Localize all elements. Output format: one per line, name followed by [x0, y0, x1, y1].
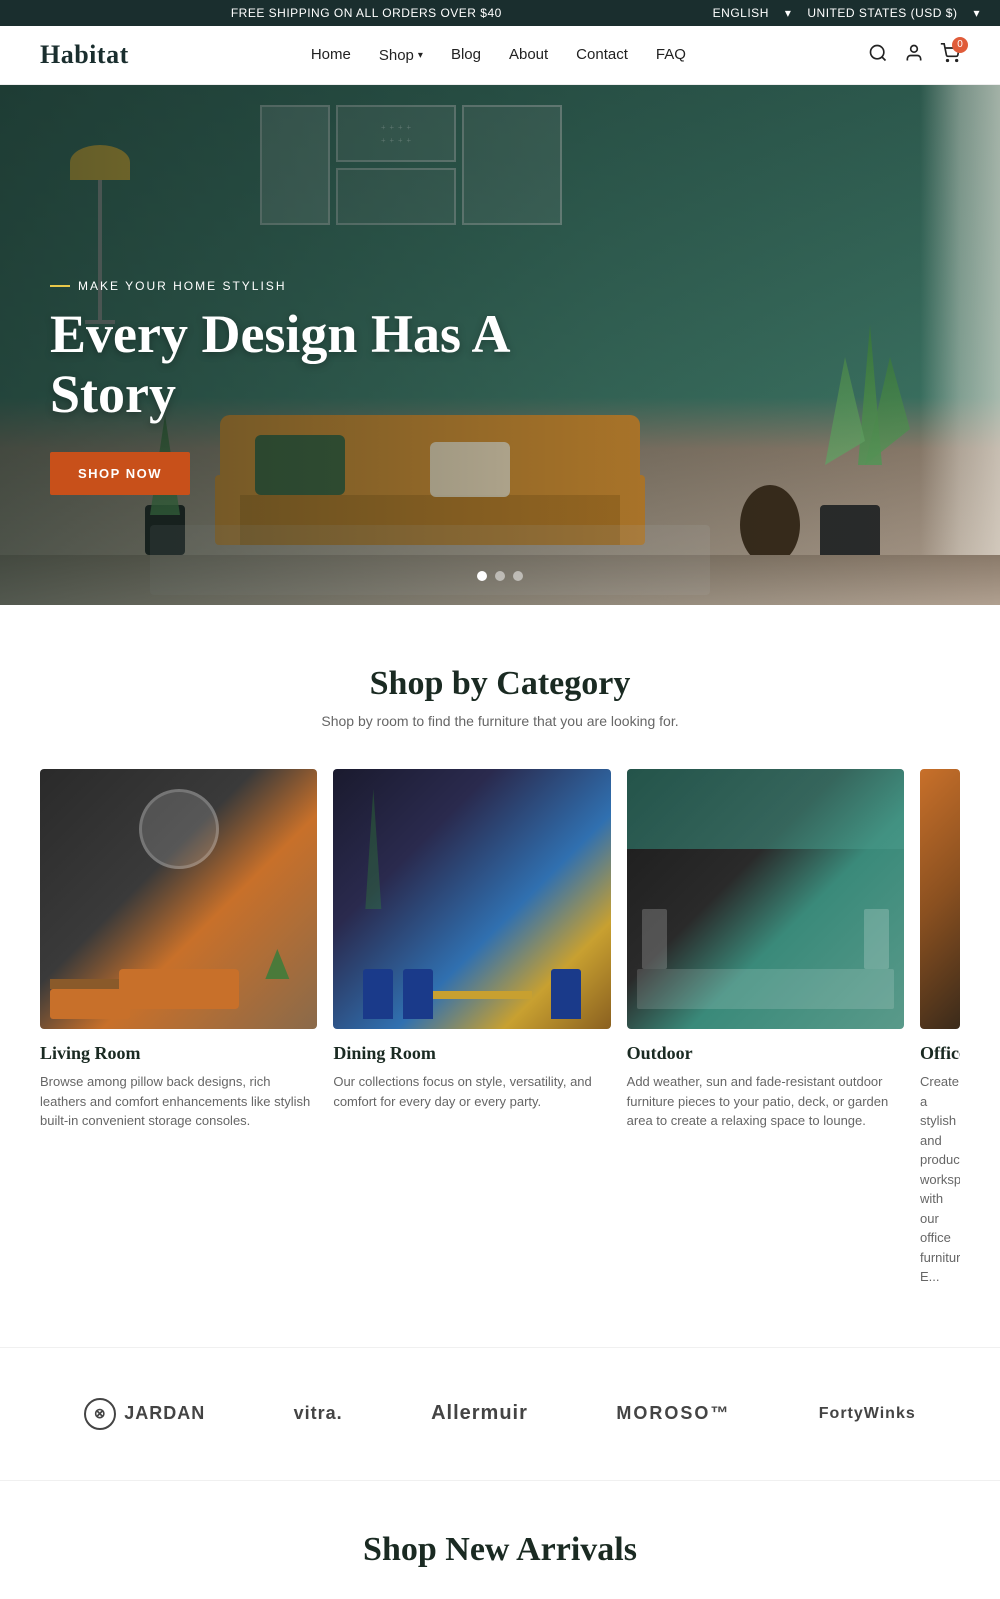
hero-title: Every Design Has A Story: [50, 305, 511, 424]
brand-jardan[interactable]: ⊗ JARDAN: [84, 1398, 205, 1430]
lr-shelf: [50, 979, 150, 989]
hero-pagination: [477, 571, 523, 581]
category-card-dining-room[interactable]: Dining Room Our collections focus on sty…: [333, 769, 610, 1287]
shop-chevron: ▾: [418, 50, 423, 61]
search-icon: [868, 43, 888, 63]
allermuir-label: Allermuir: [431, 1402, 528, 1424]
brand-moroso[interactable]: MOROSO™: [616, 1403, 730, 1424]
moroso-label: MOROSO™: [616, 1403, 730, 1423]
nav-list: Home Shop ▾ Blog About Contact FAQ: [311, 46, 686, 64]
nav-item-about[interactable]: About: [509, 46, 548, 64]
nav-item-contact[interactable]: Contact: [576, 46, 628, 64]
dr-chair-2: [403, 969, 433, 1019]
category-card-living-room[interactable]: Living Room Browse among pillow back des…: [40, 769, 317, 1287]
nav-link-about[interactable]: About: [509, 46, 548, 63]
lr-sofa: [50, 989, 130, 1019]
nav-item-faq[interactable]: FAQ: [656, 46, 686, 64]
top-bar-right: ENGLISH ▾ UNITED STATES (USD $) ▾: [713, 6, 980, 20]
announcement-text: FREE SHIPPING ON ALL ORDERS OVER $40: [20, 6, 713, 20]
category-name-dining-room: Dining Room: [333, 1043, 610, 1064]
fortywinks-label: FortyWinks: [819, 1405, 916, 1422]
dr-plant: [353, 789, 393, 909]
main-nav: Home Shop ▾ Blog About Contact FAQ: [311, 46, 686, 64]
category-desc-dining-room: Our collections focus on style, versatil…: [333, 1072, 610, 1111]
category-desc-living-room: Browse among pillow back designs, rich l…: [40, 1072, 317, 1131]
nav-link-faq[interactable]: FAQ: [656, 46, 686, 63]
cart-button[interactable]: 0: [940, 43, 960, 68]
user-icon: [904, 43, 924, 63]
top-bar: FREE SHIPPING ON ALL ORDERS OVER $40 ENG…: [0, 0, 1000, 26]
cart-count-badge: 0: [952, 37, 968, 53]
category-grid: Living Room Browse among pillow back des…: [40, 769, 960, 1287]
hero-content: MAKE YOUR HOME STYLISH Every Design Has …: [50, 279, 511, 495]
nav-link-blog[interactable]: Blog: [451, 46, 481, 63]
category-name-living-room: Living Room: [40, 1043, 317, 1064]
category-section-subtitle: Shop by room to find the furniture that …: [40, 713, 960, 729]
lr-plant: [257, 949, 297, 979]
outdoor-chair-2: [864, 909, 889, 969]
brands-row: ⊗ JARDAN vitra. Allermuir MOROSO™ FortyW…: [40, 1398, 960, 1430]
nav-link-shop[interactable]: Shop: [379, 47, 414, 64]
category-img-living-room: [40, 769, 317, 1029]
dr-chair-3: [551, 969, 581, 1019]
search-button[interactable]: [868, 43, 888, 68]
category-name-office: Office: [920, 1043, 960, 1064]
vitra-label: vitra.: [294, 1403, 343, 1423]
category-img-office: [920, 769, 960, 1029]
category-section: Shop by Category Shop by room to find th…: [0, 605, 1000, 1347]
category-section-title: Shop by Category: [40, 665, 960, 703]
nav-item-blog[interactable]: Blog: [451, 46, 481, 64]
dr-chair-1: [363, 969, 393, 1019]
nav-item-shop[interactable]: Shop ▾: [379, 47, 423, 64]
header-icons: 0: [868, 43, 960, 68]
hero-dot-3[interactable]: [513, 571, 523, 581]
category-img-outdoor: [627, 769, 904, 1029]
jardan-label: JARDAN: [124, 1403, 205, 1424]
new-arrivals-section: Shop New Arrivals: [0, 1481, 1000, 1599]
brand-allermuir[interactable]: Allermuir: [431, 1402, 528, 1425]
outdoor-chair-1: [642, 909, 667, 969]
category-card-office[interactable]: Office Create a stylish and productive w…: [920, 769, 960, 1287]
logo[interactable]: Habitat: [40, 40, 129, 70]
account-button[interactable]: [904, 43, 924, 68]
brand-fortywinks[interactable]: FortyWinks: [819, 1405, 916, 1423]
outdoor-table: [637, 969, 894, 1009]
language-chevron: ▾: [785, 6, 792, 20]
category-name-outdoor: Outdoor: [627, 1043, 904, 1064]
hero-dot-1[interactable]: [477, 571, 487, 581]
header: Habitat Home Shop ▾ Blog About Contact F…: [0, 26, 1000, 85]
nav-item-home[interactable]: Home: [311, 46, 351, 64]
currency-chevron: ▾: [973, 6, 980, 20]
jardan-icon: ⊗: [84, 1398, 116, 1430]
hero-dot-2[interactable]: [495, 571, 505, 581]
hero-eyebrow: MAKE YOUR HOME STYLISH: [50, 279, 511, 293]
category-desc-outdoor: Add weather, sun and fade-resistant outd…: [627, 1072, 904, 1131]
hero-section: ++++ ++++: [0, 85, 1000, 605]
category-img-dining-room: [333, 769, 610, 1029]
nav-link-contact[interactable]: Contact: [576, 46, 628, 63]
nav-link-home[interactable]: Home: [311, 46, 351, 63]
brands-section: ⊗ JARDAN vitra. Allermuir MOROSO™ FortyW…: [0, 1347, 1000, 1481]
category-card-outdoor[interactable]: Outdoor Add weather, sun and fade-resist…: [627, 769, 904, 1287]
shop-now-button[interactable]: SHOP NOW: [50, 452, 190, 495]
category-desc-office: Create a stylish and productive workspac…: [920, 1072, 960, 1287]
new-arrivals-title: Shop New Arrivals: [40, 1531, 960, 1569]
language-selector[interactable]: ENGLISH: [713, 6, 769, 20]
brand-vitra[interactable]: vitra.: [294, 1403, 343, 1424]
currency-selector[interactable]: UNITED STATES (USD $): [807, 6, 957, 20]
outdoor-pool: [627, 769, 904, 849]
lr-mirror: [139, 789, 219, 869]
